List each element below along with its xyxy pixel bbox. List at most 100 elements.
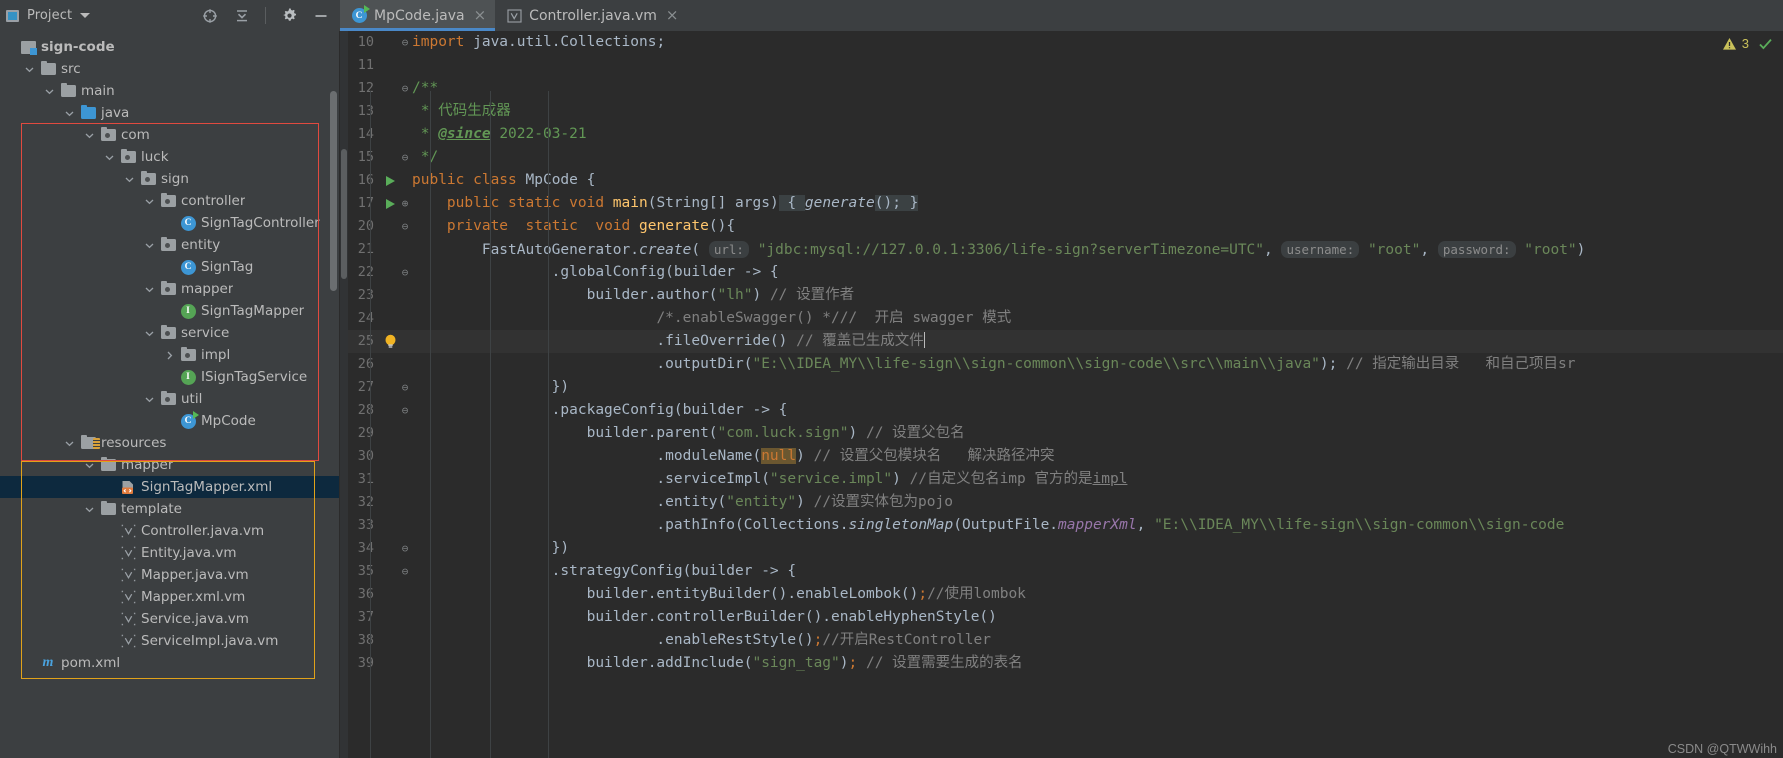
code-line[interactable]: 20 ⊖ private static void generate(){ xyxy=(348,215,1783,238)
tree-scrollbar[interactable] xyxy=(330,91,337,291)
code-line[interactable]: 22 ⊖ .globalConfig(builder -> { xyxy=(348,261,1783,284)
code-line[interactable]: 21 FastAutoGenerator.create( url: "jdbc:… xyxy=(348,238,1783,261)
fold-toggle-icon[interactable]: ⊖ xyxy=(398,31,412,54)
tree-item-sign-code[interactable]: sign-code xyxy=(0,36,339,58)
chevron-down-icon[interactable] xyxy=(80,13,91,18)
editor-tab-controller-vm[interactable]: Controller.java.vm × xyxy=(495,0,687,31)
code-line[interactable]: 36 builder.entityBuilder().enableLombok(… xyxy=(348,583,1783,606)
tree-item-signtagmapper-xml[interactable]: SignTagMapper.xml xyxy=(0,476,339,498)
code-line[interactable]: 37 builder.controllerBuilder().enableHyp… xyxy=(348,606,1783,629)
fold-toggle-icon[interactable]: ⊖ xyxy=(398,399,412,422)
chevron-down-icon[interactable] xyxy=(144,394,155,405)
fold-toggle-icon[interactable]: ⊖ xyxy=(398,537,412,560)
fold-toggle-icon[interactable]: ⊖ xyxy=(398,261,412,284)
run-gutter-icon[interactable] xyxy=(382,198,398,209)
code-line[interactable]: 25 .fileOverride() // 覆盖已生成文件 xyxy=(348,330,1783,353)
fold-toggle-icon[interactable]: ⊕ xyxy=(398,192,412,215)
code-line[interactable]: 16 public class MpCode { xyxy=(348,169,1783,192)
code-line[interactable]: 32 .entity("entity") //设置实体包为pojo xyxy=(348,491,1783,514)
fold-toggle-icon[interactable]: ⊖ xyxy=(398,77,412,100)
chevron-down-icon[interactable] xyxy=(64,108,75,119)
settings-gear-icon[interactable] xyxy=(276,3,302,29)
code-line[interactable]: 31 .serviceImpl("service.impl") //自定义包名i… xyxy=(348,468,1783,491)
run-gutter-icon[interactable] xyxy=(382,175,398,186)
tree-item-mapper-xml-vm[interactable]: Mapper.xml.vm xyxy=(0,586,339,608)
code-line[interactable]: 10 ⊖ import java.util.Collections; xyxy=(348,31,1783,54)
tree-item-java[interactable]: java xyxy=(0,102,339,124)
tree-item-util[interactable]: util xyxy=(0,388,339,410)
tree-item-isigntagservice[interactable]: I ISignTagService xyxy=(0,366,339,388)
code-line[interactable]: 30 .moduleName(null) // 设置父包模块名 解决路径冲突 xyxy=(348,445,1783,468)
tree-item-label: Mapper.java.vm xyxy=(141,567,249,583)
tree-item-signtag[interactable]: C SignTag xyxy=(0,256,339,278)
close-icon[interactable]: × xyxy=(664,8,679,23)
code-line[interactable]: 12 ⊖/** xyxy=(348,77,1783,100)
tree-item-controller-java-vm[interactable]: Controller.java.vm xyxy=(0,520,339,542)
tree-item-resources[interactable]: resources xyxy=(0,432,339,454)
code-line[interactable]: 27 ⊖ }) xyxy=(348,376,1783,399)
hide-toolwindow-icon[interactable] xyxy=(308,3,334,29)
tree-item-controller[interactable]: controller xyxy=(0,190,339,212)
chevron-down-icon[interactable] xyxy=(24,64,35,75)
tree-item-signtagmapper[interactable]: I SignTagMapper xyxy=(0,300,339,322)
tree-item-mpcode[interactable]: C MpCode xyxy=(0,410,339,432)
tree-item-impl[interactable]: impl xyxy=(0,344,339,366)
tree-item-entity-java-vm[interactable]: Entity.java.vm xyxy=(0,542,339,564)
tree-item-service-java-vm[interactable]: Service.java.vm xyxy=(0,608,339,630)
chevron-right-icon[interactable] xyxy=(164,350,175,361)
tree-item-mapper-java-vm[interactable]: Mapper.java.vm xyxy=(0,564,339,586)
code-line[interactable]: 23 builder.author("lh") // 设置作者 xyxy=(348,284,1783,307)
inspection-widget[interactable]: 3 xyxy=(1722,36,1773,51)
tree-item-sign[interactable]: sign xyxy=(0,168,339,190)
collapse-all-icon[interactable] xyxy=(229,3,255,29)
fold-toggle-icon[interactable]: ⊖ xyxy=(398,560,412,583)
tree-item-mapper[interactable]: mapper xyxy=(0,278,339,300)
tree-item-src[interactable]: src xyxy=(0,58,339,80)
code-line[interactable]: 26 .outputDir("E:\\IDEA_MY\\life-sign\\s… xyxy=(348,353,1783,376)
fold-toggle-icon[interactable]: ⊖ xyxy=(398,376,412,399)
chevron-down-icon[interactable] xyxy=(104,152,115,163)
chevron-down-icon[interactable] xyxy=(144,328,155,339)
code-line[interactable]: 33 .pathInfo(Collections.singletonMap(Ou… xyxy=(348,514,1783,537)
code-line[interactable]: 35 ⊖ .strategyConfig(builder -> { xyxy=(348,560,1783,583)
code-line[interactable]: 13 * 代码生成器 xyxy=(348,100,1783,123)
intention-bulb-icon[interactable] xyxy=(382,334,398,349)
code-line[interactable]: 11 xyxy=(348,54,1783,77)
chevron-down-icon[interactable] xyxy=(84,130,95,141)
tree-item-main[interactable]: main xyxy=(0,80,339,102)
chevron-down-icon[interactable] xyxy=(144,284,155,295)
chevron-down-icon[interactable] xyxy=(144,240,155,251)
tree-item-service[interactable]: service xyxy=(0,322,339,344)
editor-tab-mpcode[interactable]: C MpCode.java × xyxy=(340,0,496,31)
tree-item-template[interactable]: template xyxy=(0,498,339,520)
code-line[interactable]: 14 * @since 2022-03-21 xyxy=(348,123,1783,146)
chevron-down-icon[interactable] xyxy=(144,196,155,207)
locate-icon[interactable] xyxy=(197,3,223,29)
code-line[interactable]: 17 ⊕ public static void main(String[] arg… xyxy=(348,192,1783,215)
code-line[interactable]: 28 ⊖ .packageConfig(builder -> { xyxy=(348,399,1783,422)
tree-item-entity[interactable]: entity xyxy=(0,234,339,256)
chevron-down-icon[interactable] xyxy=(124,174,135,185)
project-tree-pane[interactable]: sign-code src main java com luck sign controlle… xyxy=(0,31,340,758)
fold-toggle-icon[interactable]: ⊖ xyxy=(398,215,412,238)
close-icon[interactable]: × xyxy=(472,8,487,23)
tree-item-luck[interactable]: luck xyxy=(0,146,339,168)
code-line[interactable]: 24 /*.enableSwagger() */// 开启 swagger 模式 xyxy=(348,307,1783,330)
chevron-down-icon[interactable] xyxy=(64,438,75,449)
fold-toggle-icon[interactable]: ⊖ xyxy=(398,146,412,169)
chevron-down-icon[interactable] xyxy=(44,86,55,97)
tree-item-pom-xml[interactable]: m pom.xml xyxy=(0,652,339,674)
code-line[interactable]: 39 builder.addInclude("sign_tag"); // 设置… xyxy=(348,652,1783,675)
tree-item-signtagcontroller[interactable]: C SignTagController xyxy=(0,212,339,234)
code-editor[interactable]: 3 10 ⊖ import java.util.Collections; 11 12 ⊖ /… xyxy=(340,31,1783,758)
code-line[interactable]: 34 ⊖ }) xyxy=(348,537,1783,560)
code-line[interactable]: 15 ⊖ */ xyxy=(348,146,1783,169)
editor-scrollbar-thumb[interactable] xyxy=(341,149,347,279)
chevron-down-icon[interactable] xyxy=(84,504,95,515)
chevron-down-icon[interactable] xyxy=(84,460,95,471)
tree-item-com[interactable]: com xyxy=(0,124,339,146)
tree-item-serviceimpl-java-vm[interactable]: ServiceImpl.java.vm xyxy=(0,630,339,652)
code-line[interactable]: 38 .enableRestStyle();//开启RestController xyxy=(348,629,1783,652)
tree-item-mapper[interactable]: mapper xyxy=(0,454,339,476)
code-line[interactable]: 29 builder.parent("com.luck.sign") // 设置… xyxy=(348,422,1783,445)
